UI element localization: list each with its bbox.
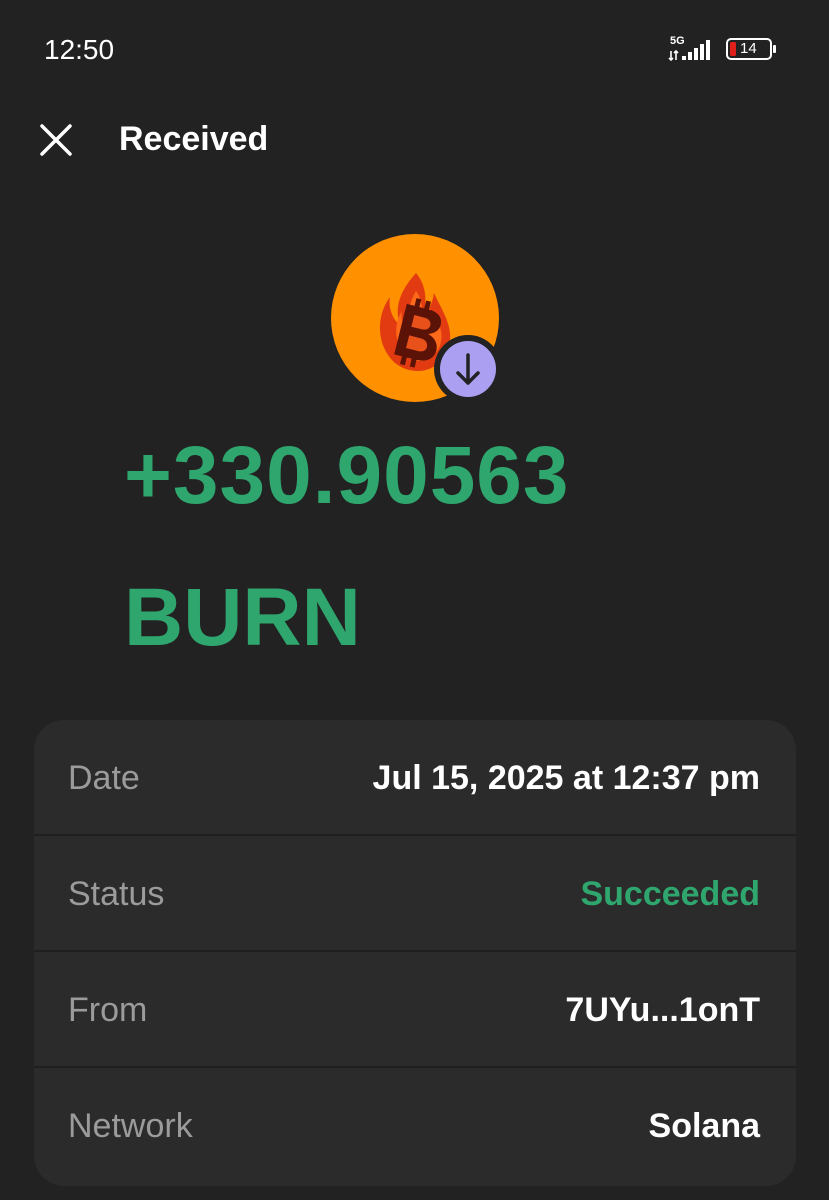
detail-row-from[interactable]: From 7UYu...1onT (34, 952, 796, 1068)
detail-label: Date (68, 759, 140, 797)
battery-icon: 14 (726, 38, 776, 60)
detail-value-date: Jul 15, 2025 at 12:37 pm (372, 759, 760, 797)
cellular-signal-icon: 5G (668, 36, 718, 64)
from-address[interactable]: 7UYu...1onT (565, 952, 760, 1068)
detail-row-date: Date Jul 15, 2025 at 12:37 pm (34, 720, 796, 836)
detail-row-status: Status Succeeded (34, 836, 796, 952)
detail-value-network: Solana (648, 1107, 760, 1145)
status-time: 12:50 (44, 34, 115, 65)
page-title: Received (119, 120, 269, 158)
transaction-details-card: Date Jul 15, 2025 at 12:37 pm Status Suc… (34, 720, 796, 1186)
received-amount: +330.90563 (124, 430, 570, 521)
close-button[interactable] (30, 116, 82, 164)
token-avatar (330, 233, 502, 403)
battery-level: 14 (740, 40, 757, 57)
token-symbol: BURN (124, 572, 361, 663)
status-bar: 12:50 5G 14 (0, 0, 829, 100)
detail-label: Status (68, 875, 165, 913)
header: Received (0, 100, 829, 180)
status-badge: Succeeded (580, 875, 760, 913)
close-icon (40, 124, 72, 156)
detail-label: From (68, 991, 148, 1029)
detail-row-network: Network Solana (34, 1068, 796, 1184)
detail-label: Network (68, 1107, 193, 1145)
received-badge (434, 335, 502, 403)
network-type-label: 5G (670, 35, 685, 47)
